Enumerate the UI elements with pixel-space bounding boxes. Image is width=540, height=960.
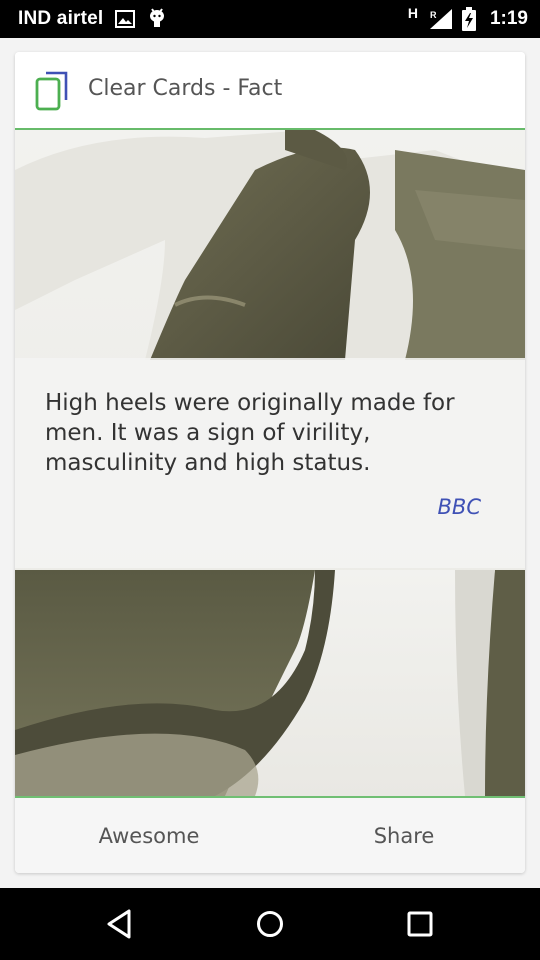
- screen: IND airtel H R 1:19 Clear Cards - Fact H…: [0, 0, 540, 960]
- fact-text: High heels were originally made for men.…: [45, 390, 455, 476]
- navigation-bar: [0, 888, 540, 960]
- status-bar: IND airtel H R 1:19: [0, 0, 540, 38]
- back-icon: [107, 909, 131, 939]
- gallery-icon: [115, 10, 136, 28]
- cards-icon: [34, 70, 70, 112]
- fact-overlay: High heels were originally made for men.…: [15, 358, 525, 568]
- recents-icon: [407, 911, 433, 937]
- status-right: H R 1:19: [407, 5, 528, 31]
- android-debug-icon: [147, 8, 167, 30]
- back-button[interactable]: [90, 902, 150, 946]
- clock: 1:19: [489, 8, 528, 29]
- status-left: IND airtel: [18, 8, 167, 30]
- home-icon: [257, 911, 283, 937]
- share-button[interactable]: Share: [283, 798, 525, 873]
- signal-icon: R: [428, 8, 454, 30]
- app-title: Clear Cards - Fact: [88, 76, 283, 101]
- awesome-button[interactable]: Awesome: [15, 798, 283, 873]
- recents-button[interactable]: [390, 902, 450, 946]
- carrier-name: IND airtel: [18, 8, 104, 29]
- fact-source-link[interactable]: BBC: [438, 495, 481, 519]
- home-button[interactable]: [240, 902, 300, 946]
- fact-image: High heels were originally made for men.…: [15, 130, 525, 796]
- battery-charging-icon: [461, 7, 476, 31]
- roaming-indicator: R: [430, 10, 437, 20]
- card-actions: Awesome Share: [15, 798, 525, 873]
- card-header: Clear Cards - Fact: [15, 52, 525, 128]
- fact-card: Clear Cards - Fact High heels were origi…: [15, 52, 525, 873]
- network-type: H: [407, 5, 418, 21]
